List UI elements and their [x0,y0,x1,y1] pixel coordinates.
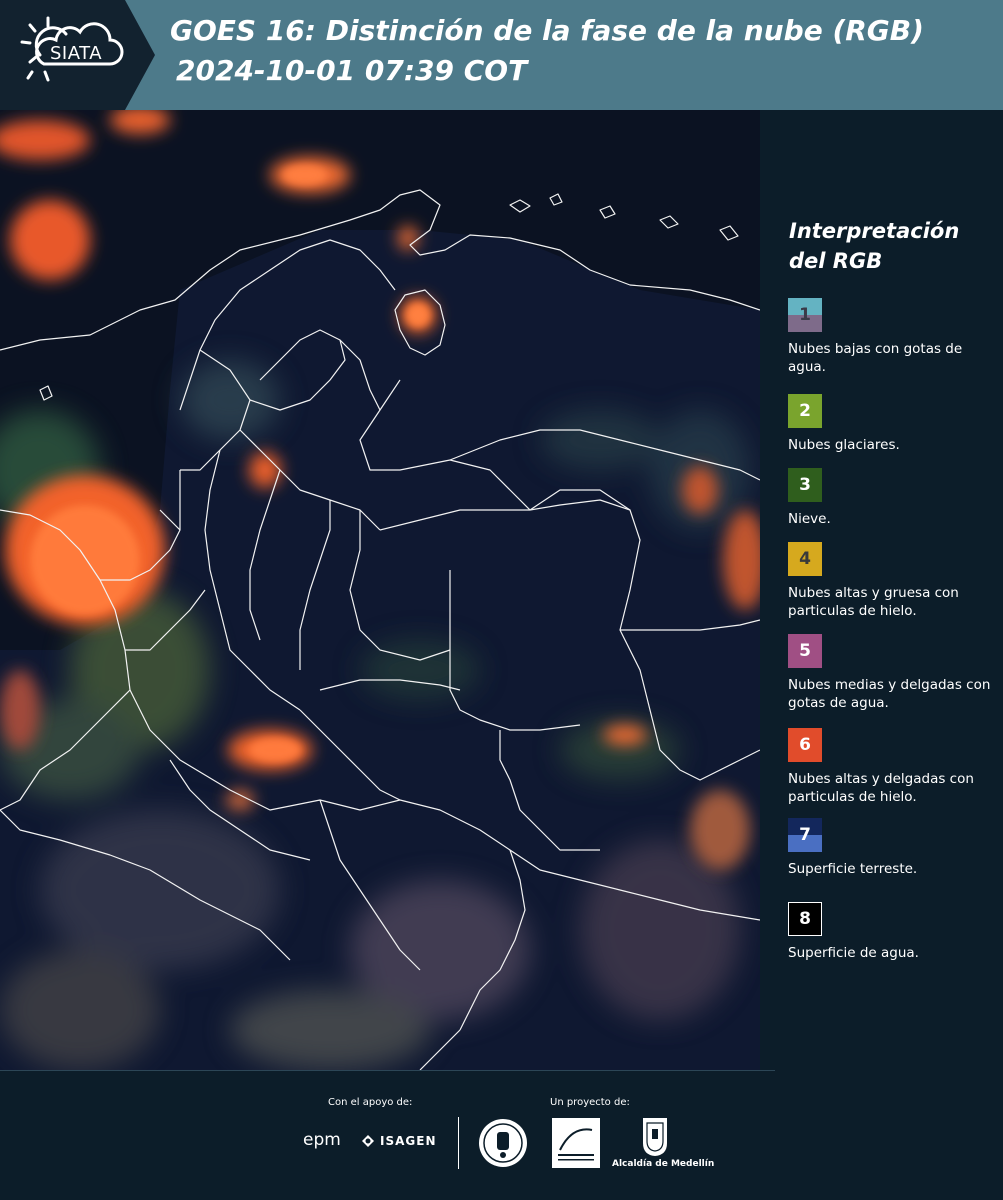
legend-label: Nubes glaciares. [788,437,900,453]
legend-number: 5 [799,641,811,661]
legend-swatch: 2 [788,394,822,428]
legend-item: 1 Nubes bajas con gotas de agua. [788,298,1000,376]
legend-label: Nubes altas y delgadas con particulas de… [788,771,974,805]
legend-number: 2 [799,401,811,421]
satellite-image [0,110,760,1070]
footer: Con el apoyo de: Un proyecto de: epm ISA… [0,1070,1003,1200]
legend-item: 6 Nubes altas y delgadas con particulas d… [788,728,1000,806]
siata-logo-text: SIATA [50,43,103,64]
legend-label: Superficie terreste. [788,861,918,877]
isagen-logo: ISAGEN [380,1134,437,1148]
area-metropolitana-logo [552,1118,600,1168]
page-title: GOES 16: Distinción de la fase de la nub… [170,14,924,47]
header: SIATA GOES 16: Distinción de la fase de … [0,0,1003,110]
footer-divider [0,1070,775,1071]
legend-number: 3 [799,475,811,495]
legend-swatch: 7 [788,818,822,852]
legend-item: 4 Nubes altas y gruesa con particulas de … [788,542,1000,620]
legend-label: Nubes altas y gruesa con particulas de h… [788,585,959,619]
legend-swatch: 4 [788,542,822,576]
support-label: Con el apoyo de: [328,1097,413,1108]
legend-swatch: 6 [788,728,822,762]
legend-label: Superficie de agua. [788,945,919,961]
legend-item: 8 Superficie de agua. [788,902,1000,962]
isagen-icon [362,1135,374,1147]
alcaldia-medellin-shield-icon [643,1118,667,1156]
legend-swatch: 8 [788,902,822,936]
legend-label: Nubes medias y delgadas con gotas de agu… [788,677,991,711]
legend-title: Interpretación del RGB [789,216,989,276]
legend-number: 8 [799,909,811,929]
footer-logo-divider [458,1117,459,1169]
project-label: Un proyecto de: [550,1097,630,1108]
legend-swatch: 1 [788,298,822,332]
university-seal [479,1119,527,1167]
legend-panel: Interpretación del RGB 1 Nubes bajas con … [760,110,1003,1070]
legend-swatch: 3 [788,468,822,502]
legend-title-line2: del RGB [789,249,883,273]
legend-label: Nubes bajas con gotas de agua. [788,341,963,375]
satellite-map[interactable] [0,110,760,1070]
legend-item: 2 Nubes glaciares. [788,394,1000,454]
timestamp: 2024-10-01 07:39 COT [176,54,528,87]
epm-logo: epm [303,1130,341,1150]
medellin-label: Alcaldía de Medellín [612,1159,715,1169]
legend-number: 4 [799,549,811,569]
legend-number: 6 [799,735,811,755]
legend-title-line1: Interpretación [789,219,960,243]
legend-item: 7 Superficie terreste. [788,818,1000,878]
legend-swatch: 5 [788,634,822,668]
legend-item: 5 Nubes medias y delgadas con gotas de ag… [788,634,1000,712]
legend-item: 3 Nieve. [788,468,1000,528]
legend-number: 1 [799,305,811,325]
legend-label: Nieve. [788,511,831,527]
legend-number: 7 [799,825,811,845]
